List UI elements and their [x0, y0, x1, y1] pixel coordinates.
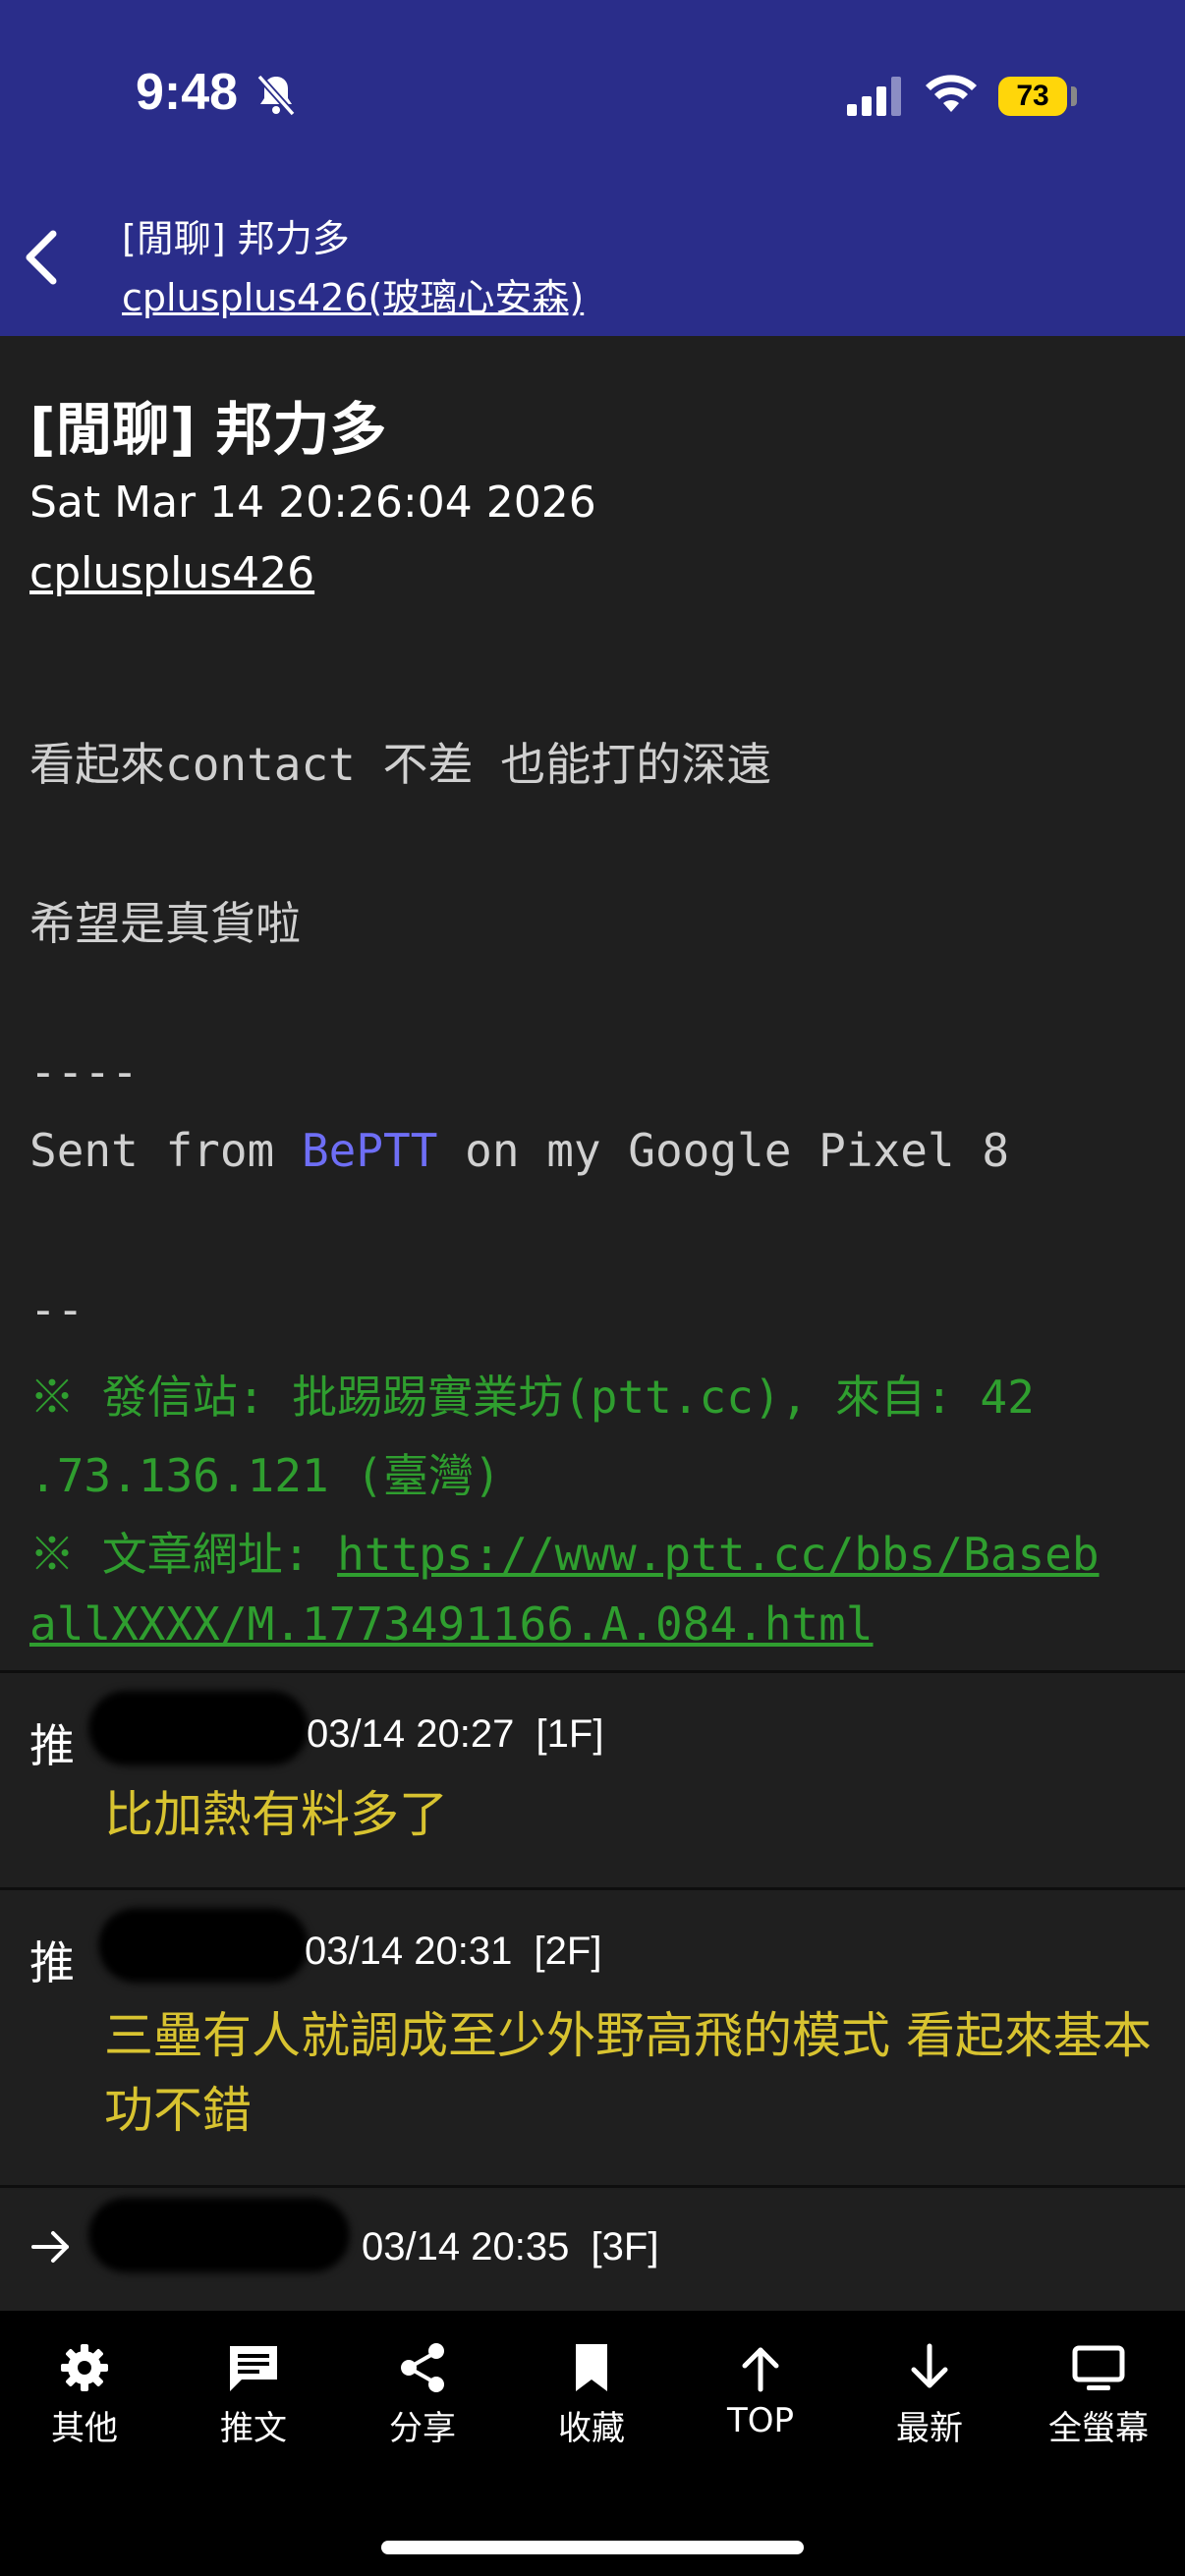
- gear-icon: [61, 2344, 108, 2391]
- article-url-link-cont[interactable]: allXXXX/M.1773491166.A.084.html: [29, 1597, 874, 1651]
- toolbar-share-button[interactable]: 分享: [344, 2340, 501, 2458]
- comment-text: 三壘有人就調成至少外野高飛的模式 看起來基本功不錯: [104, 2007, 1152, 2139]
- comment-time: 03/14 20:35: [362, 2225, 570, 2268]
- comment-text: 比加熱有料多了: [104, 1786, 448, 1843]
- toolbar-label: 收藏: [558, 2409, 625, 2448]
- comment-row[interactable]: 推 03/14 20:31 [2F] 三壘有人就調成至少外野高飛的模式 看起來基…: [0, 1890, 1185, 2185]
- url-prefix: ※ 文章網址:: [29, 1528, 338, 1581]
- body-line: 希望是真貨啦: [29, 897, 301, 950]
- share-icon: [401, 2343, 444, 2392]
- article-author-link[interactable]: cplusplus426: [29, 548, 314, 598]
- back-button[interactable]: [14, 218, 73, 297]
- comment-floor: [1F]: [536, 1712, 604, 1756]
- article-url-link[interactable]: https://www.ptt.cc/bbs/Baseb: [337, 1528, 1099, 1581]
- comment-meta: 03/14 20:27 [1F]: [307, 1712, 603, 1757]
- origin-line: ※ 發信站: 批踢踢實業坊(ptt.cc), 來自: 42: [29, 1371, 1035, 1424]
- toolbar-label: 分享: [389, 2409, 456, 2448]
- bell-slash-icon: [256, 74, 296, 117]
- sent-prefix: Sent from: [29, 1124, 302, 1177]
- comment-icon: [230, 2346, 277, 2391]
- home-indicator[interactable]: [381, 2541, 804, 2554]
- origin-line: .73.136.121 (臺灣): [29, 1449, 501, 1502]
- redacted-username: [88, 1691, 309, 1765]
- toolbar-fullscreen-button[interactable]: 全螢幕: [1020, 2340, 1177, 2458]
- arrow-right-icon: [31, 2231, 69, 2263]
- bottom-toolbar: 其他 推文 分享 收藏 TOP 最新 全螢幕: [0, 2311, 1185, 2576]
- url-line: ※ 文章網址: https://www.ptt.cc/bbs/Baseb: [29, 1519, 1100, 1584]
- comment-time: 03/14 20:27: [307, 1712, 515, 1756]
- comment-floor: [2F]: [534, 1930, 602, 1973]
- battery-cap: [1071, 86, 1077, 106]
- toolbar-latest-button[interactable]: 最新: [851, 2340, 1008, 2458]
- arrow-up-icon: [742, 2347, 779, 2392]
- article-date: Sat Mar 14 20:26:04 2026: [29, 477, 596, 528]
- article-title: [閒聊] 邦力多: [29, 396, 387, 463]
- battery-icon: 73: [998, 77, 1067, 116]
- toolbar-label: 最新: [896, 2409, 963, 2448]
- toolbar-label: TOP: [726, 2401, 795, 2440]
- comment-meta: 03/14 20:35 [3F]: [362, 2225, 658, 2269]
- monitor-icon: [1072, 2345, 1125, 2390]
- redacted-username: [88, 2198, 350, 2272]
- push-tag: 推: [29, 1936, 75, 1989]
- push-tag: 推: [29, 1719, 75, 1772]
- toolbar-other-button[interactable]: 其他: [6, 2340, 163, 2458]
- separator: --: [29, 1283, 85, 1336]
- url-line: allXXXX/M.1773491166.A.084.html: [29, 1597, 874, 1651]
- comment-meta: 03/14 20:31 [2F]: [305, 1930, 601, 1974]
- comment-time: 03/14 20:31: [305, 1930, 513, 1973]
- sent-suffix: on my Google Pixel 8: [437, 1124, 1010, 1177]
- comment-row[interactable]: → 03/14 20:35 [3F]: [0, 2188, 1185, 2311]
- status-bar: 9:48 73: [0, 0, 1185, 187]
- toolbar-label: 全螢幕: [1048, 2409, 1149, 2448]
- toolbar-bookmark-button[interactable]: 收藏: [513, 2340, 670, 2458]
- cellular-signal-icon: [847, 77, 901, 116]
- redacted-username: [98, 1908, 309, 1983]
- comment-row[interactable]: 推 03/14 20:27 [1F] 比加熱有料多了: [0, 1673, 1185, 1887]
- header-bar: 9:48 73 [閒聊] 邦力多 cplusplus426(玻璃心安森): [0, 0, 1185, 336]
- body-line: 看起來contact 不差 也能打的深遠: [29, 738, 772, 791]
- toolbar-comment-button[interactable]: 推文: [175, 2340, 332, 2458]
- beptt-link[interactable]: BePTT: [302, 1124, 437, 1177]
- separator: ----: [29, 1045, 139, 1098]
- header-title: [閒聊] 邦力多: [122, 217, 350, 260]
- toolbar-top-button[interactable]: TOP: [682, 2340, 839, 2458]
- comment-floor: [3F]: [591, 2225, 659, 2268]
- signature-line: Sent from BePTT on my Google Pixel 8: [29, 1124, 1009, 1177]
- toolbar-label: 其他: [51, 2409, 118, 2448]
- status-time: 9:48: [136, 64, 239, 121]
- arrow-down-icon: [911, 2343, 948, 2388]
- wifi-icon: [926, 75, 977, 112]
- toolbar-label: 推文: [220, 2409, 287, 2448]
- header-author-link[interactable]: cplusplus426(玻璃心安森): [122, 267, 584, 321]
- bookmark-icon: [576, 2344, 607, 2391]
